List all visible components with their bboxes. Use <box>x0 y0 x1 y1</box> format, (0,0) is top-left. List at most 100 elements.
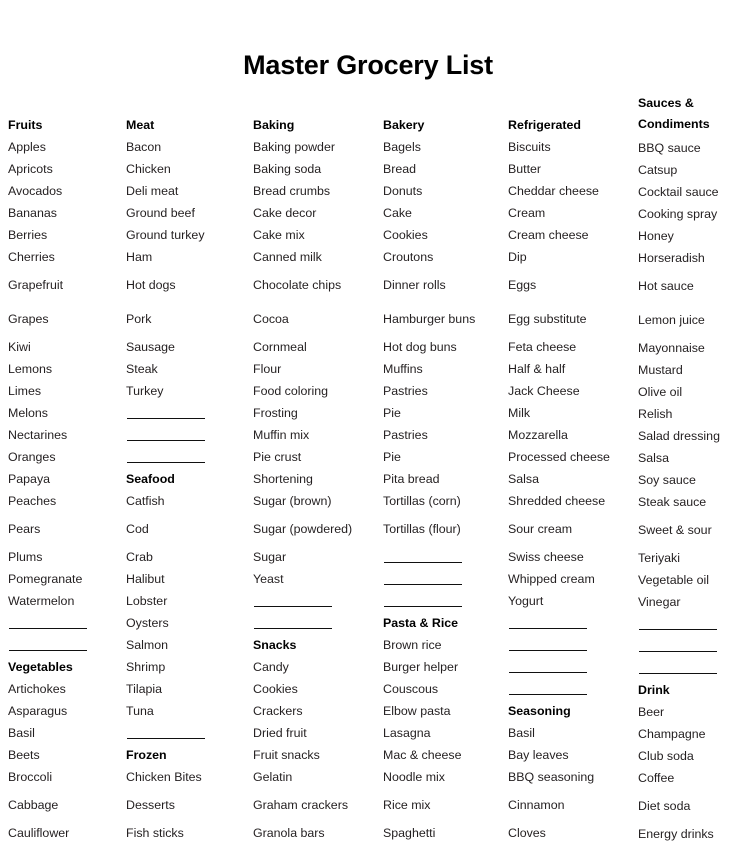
grocery-item[interactable]: Chocolate chips <box>253 268 383 302</box>
grocery-item[interactable]: Jack Cheese <box>508 380 638 402</box>
grocery-item[interactable]: Pie crust <box>253 446 383 468</box>
grocery-item[interactable]: Brown rice <box>383 634 508 656</box>
grocery-item[interactable]: Catfish <box>126 490 253 512</box>
grocery-item[interactable]: Graham crackers <box>253 788 383 822</box>
grocery-item[interactable]: Oranges <box>8 446 126 468</box>
grocery-item[interactable]: Pears <box>8 512 126 546</box>
grocery-item[interactable]: Watermelon <box>8 590 126 612</box>
grocery-item[interactable]: Peaches <box>8 490 126 512</box>
grocery-item[interactable]: Mayonnaise <box>638 337 732 359</box>
grocery-item[interactable]: Tortillas (flour) <box>383 512 508 546</box>
grocery-item[interactable]: Beets <box>8 744 126 766</box>
grocery-item[interactable]: Shredded cheese <box>508 490 638 512</box>
grocery-item[interactable]: Pomegranate <box>8 568 126 590</box>
grocery-item[interactable]: Yogurt <box>508 590 638 612</box>
grocery-item[interactable]: Hamburger buns <box>383 302 508 336</box>
grocery-item[interactable]: Basil <box>508 722 638 744</box>
grocery-item[interactable]: Dried fruit <box>253 722 383 744</box>
grocery-item[interactable]: Bay leaves <box>508 744 638 766</box>
grocery-item[interactable]: Whipped cream <box>508 568 638 590</box>
write-in-line[interactable] <box>638 635 732 657</box>
grocery-item[interactable]: Avocados <box>8 180 126 202</box>
grocery-item[interactable]: Spaghetti <box>383 822 508 844</box>
grocery-item[interactable]: Artichokes <box>8 678 126 700</box>
write-in-line[interactable] <box>8 612 126 634</box>
write-in-line[interactable] <box>126 402 253 424</box>
write-in-line[interactable] <box>383 590 508 612</box>
grocery-item[interactable]: Vegetable oil <box>638 569 732 591</box>
grocery-item[interactable]: Cherries <box>8 246 126 268</box>
grocery-item[interactable]: Granola bars <box>253 822 383 844</box>
grocery-item[interactable]: Basil <box>8 722 126 744</box>
grocery-item[interactable]: Bacon <box>126 136 253 158</box>
grocery-item[interactable]: Olive oil <box>638 381 732 403</box>
grocery-item[interactable]: Lemons <box>8 358 126 380</box>
grocery-item[interactable]: Cookies <box>383 224 508 246</box>
write-in-line[interactable] <box>508 678 638 700</box>
grocery-item[interactable]: Grapes <box>8 302 126 336</box>
grocery-item[interactable]: Cloves <box>508 822 638 844</box>
grocery-item[interactable]: Apples <box>8 136 126 158</box>
grocery-item[interactable]: Bananas <box>8 202 126 224</box>
grocery-item[interactable]: Frosting <box>253 402 383 424</box>
grocery-item[interactable]: Burger helper <box>383 656 508 678</box>
grocery-item[interactable]: Desserts <box>126 788 253 822</box>
grocery-item[interactable]: Salsa <box>508 468 638 490</box>
grocery-item[interactable]: Sour cream <box>508 512 638 546</box>
grocery-item[interactable]: Feta cheese <box>508 336 638 358</box>
grocery-item[interactable]: Sugar (brown) <box>253 490 383 512</box>
grocery-item[interactable]: Relish <box>638 403 732 425</box>
grocery-item[interactable]: Mozzarella <box>508 424 638 446</box>
grocery-item[interactable]: Ground turkey <box>126 224 253 246</box>
grocery-item[interactable]: Chicken <box>126 158 253 180</box>
grocery-item[interactable]: Cabbage <box>8 788 126 822</box>
grocery-item[interactable]: Muffins <box>383 358 508 380</box>
grocery-item[interactable]: Salmon <box>126 634 253 656</box>
grocery-item[interactable]: Melons <box>8 402 126 424</box>
grocery-item[interactable]: Croutons <box>383 246 508 268</box>
grocery-item[interactable]: Apricots <box>8 158 126 180</box>
grocery-item[interactable]: Halibut <box>126 568 253 590</box>
grocery-item[interactable]: Bread <box>383 158 508 180</box>
grocery-item[interactable]: Muffin mix <box>253 424 383 446</box>
grocery-item[interactable]: Berries <box>8 224 126 246</box>
grocery-item[interactable]: Elbow pasta <box>383 700 508 722</box>
write-in-line[interactable] <box>383 568 508 590</box>
write-in-line[interactable] <box>383 546 508 568</box>
grocery-item[interactable]: Lemon juice <box>638 303 732 337</box>
grocery-item[interactable]: Plums <box>8 546 126 568</box>
grocery-item[interactable]: Lobster <box>126 590 253 612</box>
grocery-item[interactable]: Gelatin <box>253 766 383 788</box>
grocery-item[interactable]: Fish sticks <box>126 822 253 844</box>
grocery-item[interactable]: Cake <box>383 202 508 224</box>
grocery-item[interactable]: Club soda <box>638 745 732 767</box>
grocery-item[interactable]: Half & half <box>508 358 638 380</box>
grocery-item[interactable]: Catsup <box>638 159 732 181</box>
grocery-item[interactable]: Chicken Bites <box>126 766 253 788</box>
grocery-item[interactable]: Ground beef <box>126 202 253 224</box>
grocery-item[interactable]: Pie <box>383 446 508 468</box>
grocery-item[interactable]: Cornmeal <box>253 336 383 358</box>
grocery-item[interactable]: Energy drinks <box>638 823 732 845</box>
grocery-item[interactable]: Yeast <box>253 568 383 590</box>
grocery-item[interactable]: Biscuits <box>508 136 638 158</box>
grocery-item[interactable]: Processed cheese <box>508 446 638 468</box>
write-in-line[interactable] <box>508 656 638 678</box>
grocery-item[interactable]: Hot sauce <box>638 269 732 303</box>
grocery-item[interactable]: Oysters <box>126 612 253 634</box>
write-in-line[interactable] <box>126 424 253 446</box>
grocery-item[interactable]: Salsa <box>638 447 732 469</box>
grocery-item[interactable]: Egg substitute <box>508 302 638 336</box>
grocery-item[interactable]: Tilapia <box>126 678 253 700</box>
grocery-item[interactable]: Cod <box>126 512 253 546</box>
grocery-item[interactable]: Pork <box>126 302 253 336</box>
grocery-item[interactable]: Cream cheese <box>508 224 638 246</box>
grocery-item[interactable]: Crackers <box>253 700 383 722</box>
grocery-item[interactable]: Candy <box>253 656 383 678</box>
grocery-item[interactable]: Swiss cheese <box>508 546 638 568</box>
grocery-item[interactable]: Pie <box>383 402 508 424</box>
grocery-item[interactable]: Papaya <box>8 468 126 490</box>
grocery-item[interactable]: Couscous <box>383 678 508 700</box>
grocery-item[interactable]: Sweet & sour <box>638 513 732 547</box>
grocery-item[interactable]: Bread crumbs <box>253 180 383 202</box>
